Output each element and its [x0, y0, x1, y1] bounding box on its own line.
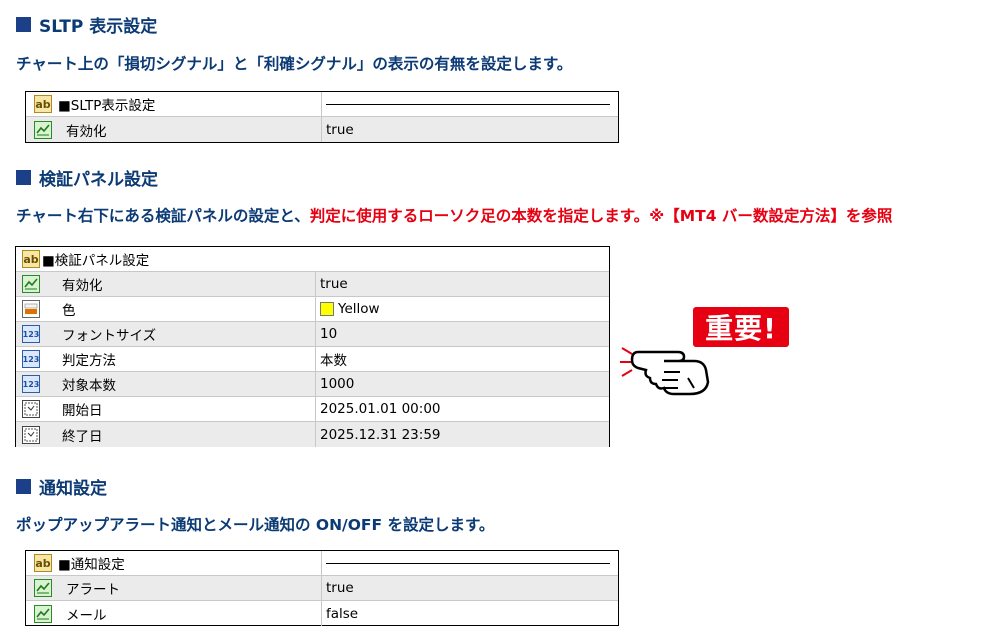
- table-row-header[interactable]: ab ■SLTP表示設定: [26, 92, 618, 117]
- group-header-label: ■検証パネル設定: [42, 253, 150, 269]
- datetime-icon: [22, 400, 40, 418]
- section-title: SLTP 表示設定: [39, 16, 158, 37]
- string-icon: ab: [34, 554, 52, 572]
- number-icon: 123: [22, 350, 40, 368]
- separator-line: [326, 562, 610, 564]
- section-description: チャート右下にある検証パネルの設定と、判定に使用するローソク足の本数を指定します…: [16, 205, 892, 227]
- properties-table-notify: ab ■通知設定 アラート true メール false: [25, 550, 619, 626]
- color-icon: [22, 300, 40, 318]
- number-icon: 123: [22, 375, 40, 393]
- param-value[interactable]: false: [322, 601, 618, 626]
- table-row[interactable]: 有効化 true: [26, 117, 618, 142]
- param-value[interactable]: true: [322, 117, 618, 142]
- datetime-icon: [22, 425, 40, 444]
- table-row-header[interactable]: ab ■検証パネル設定: [16, 247, 609, 272]
- color-swatch: [320, 302, 334, 316]
- bool-icon: [34, 120, 52, 139]
- param-name: 色: [62, 303, 76, 319]
- section-heading-notify: 通知設定: [16, 475, 107, 499]
- table-row[interactable]: 有効化 true: [16, 272, 609, 297]
- bool-icon: [34, 604, 52, 623]
- pointing-hand-icon: [620, 347, 710, 396]
- param-name: メール: [66, 607, 107, 624]
- param-value[interactable]: 2025.12.31 23:59: [316, 422, 609, 447]
- bool-icon: [34, 579, 52, 597]
- heading-square-icon: [16, 478, 31, 494]
- section-title: 通知設定: [39, 478, 107, 499]
- section-title: 検証パネル設定: [39, 169, 158, 190]
- param-name: 対象本数: [62, 378, 116, 394]
- param-value[interactable]: 1000: [316, 372, 609, 396]
- number-icon: 123: [22, 325, 40, 343]
- table-row[interactable]: メール false: [26, 601, 618, 626]
- param-value[interactable]: true: [316, 272, 609, 296]
- section-heading-sltp: SLTP 表示設定: [16, 13, 158, 37]
- section-description: ポップアップアラート通知とメール通知の ON/OFF を設定します。: [16, 516, 495, 534]
- param-name: 開始日: [62, 403, 103, 419]
- bool-icon: [22, 275, 40, 293]
- heading-square-icon: [16, 16, 31, 32]
- group-header-label: ■SLTP表示設定: [58, 98, 156, 114]
- param-value[interactable]: true: [322, 576, 618, 600]
- table-row[interactable]: 123 判定方法 本数: [16, 347, 609, 372]
- table-row[interactable]: 色 Yellow: [16, 297, 609, 322]
- param-value[interactable]: 本数: [316, 347, 609, 371]
- description-text: チャート右下にある検証パネルの設定と、: [16, 207, 310, 225]
- table-row-header[interactable]: ab ■通知設定: [26, 551, 618, 576]
- properties-table-sltp: ab ■SLTP表示設定 有効化 true: [25, 91, 619, 143]
- param-value[interactable]: 10: [316, 322, 609, 346]
- string-icon: ab: [22, 250, 40, 268]
- color-value-label: Yellow: [338, 301, 380, 317]
- description-highlight: 判定に使用するローソク足の本数を指定します。※【MT4 バー数設定方法】を参照: [309, 207, 893, 225]
- param-name: フォントサイズ: [62, 328, 157, 344]
- param-value[interactable]: 2025.01.01 00:00: [316, 397, 609, 421]
- section-heading-panel: 検証パネル設定: [16, 166, 158, 190]
- section-description: チャート上の「損切シグナル」と「利確シグナル」の表示の有無を設定します。: [16, 55, 573, 73]
- string-icon: ab: [34, 95, 52, 113]
- group-header-label: ■通知設定: [58, 557, 125, 573]
- param-name: 有効化: [66, 123, 107, 140]
- param-name: 終了日: [62, 428, 103, 445]
- param-name: 有効化: [62, 278, 103, 294]
- table-row[interactable]: 123 フォントサイズ 10: [16, 322, 609, 347]
- properties-table-panel: ab ■検証パネル設定 有効化 true 色 Yellow 123 フォントサイ…: [15, 246, 610, 447]
- separator-line: [326, 103, 610, 105]
- table-row[interactable]: 開始日 2025.01.01 00:00: [16, 397, 609, 422]
- table-row[interactable]: アラート true: [26, 576, 618, 601]
- table-row[interactable]: 終了日 2025.12.31 23:59: [16, 422, 609, 447]
- param-name: 判定方法: [62, 353, 116, 369]
- param-name: アラート: [66, 582, 120, 598]
- heading-square-icon: [16, 169, 31, 185]
- param-value[interactable]: Yellow: [316, 297, 609, 321]
- table-row[interactable]: 123 対象本数 1000: [16, 372, 609, 397]
